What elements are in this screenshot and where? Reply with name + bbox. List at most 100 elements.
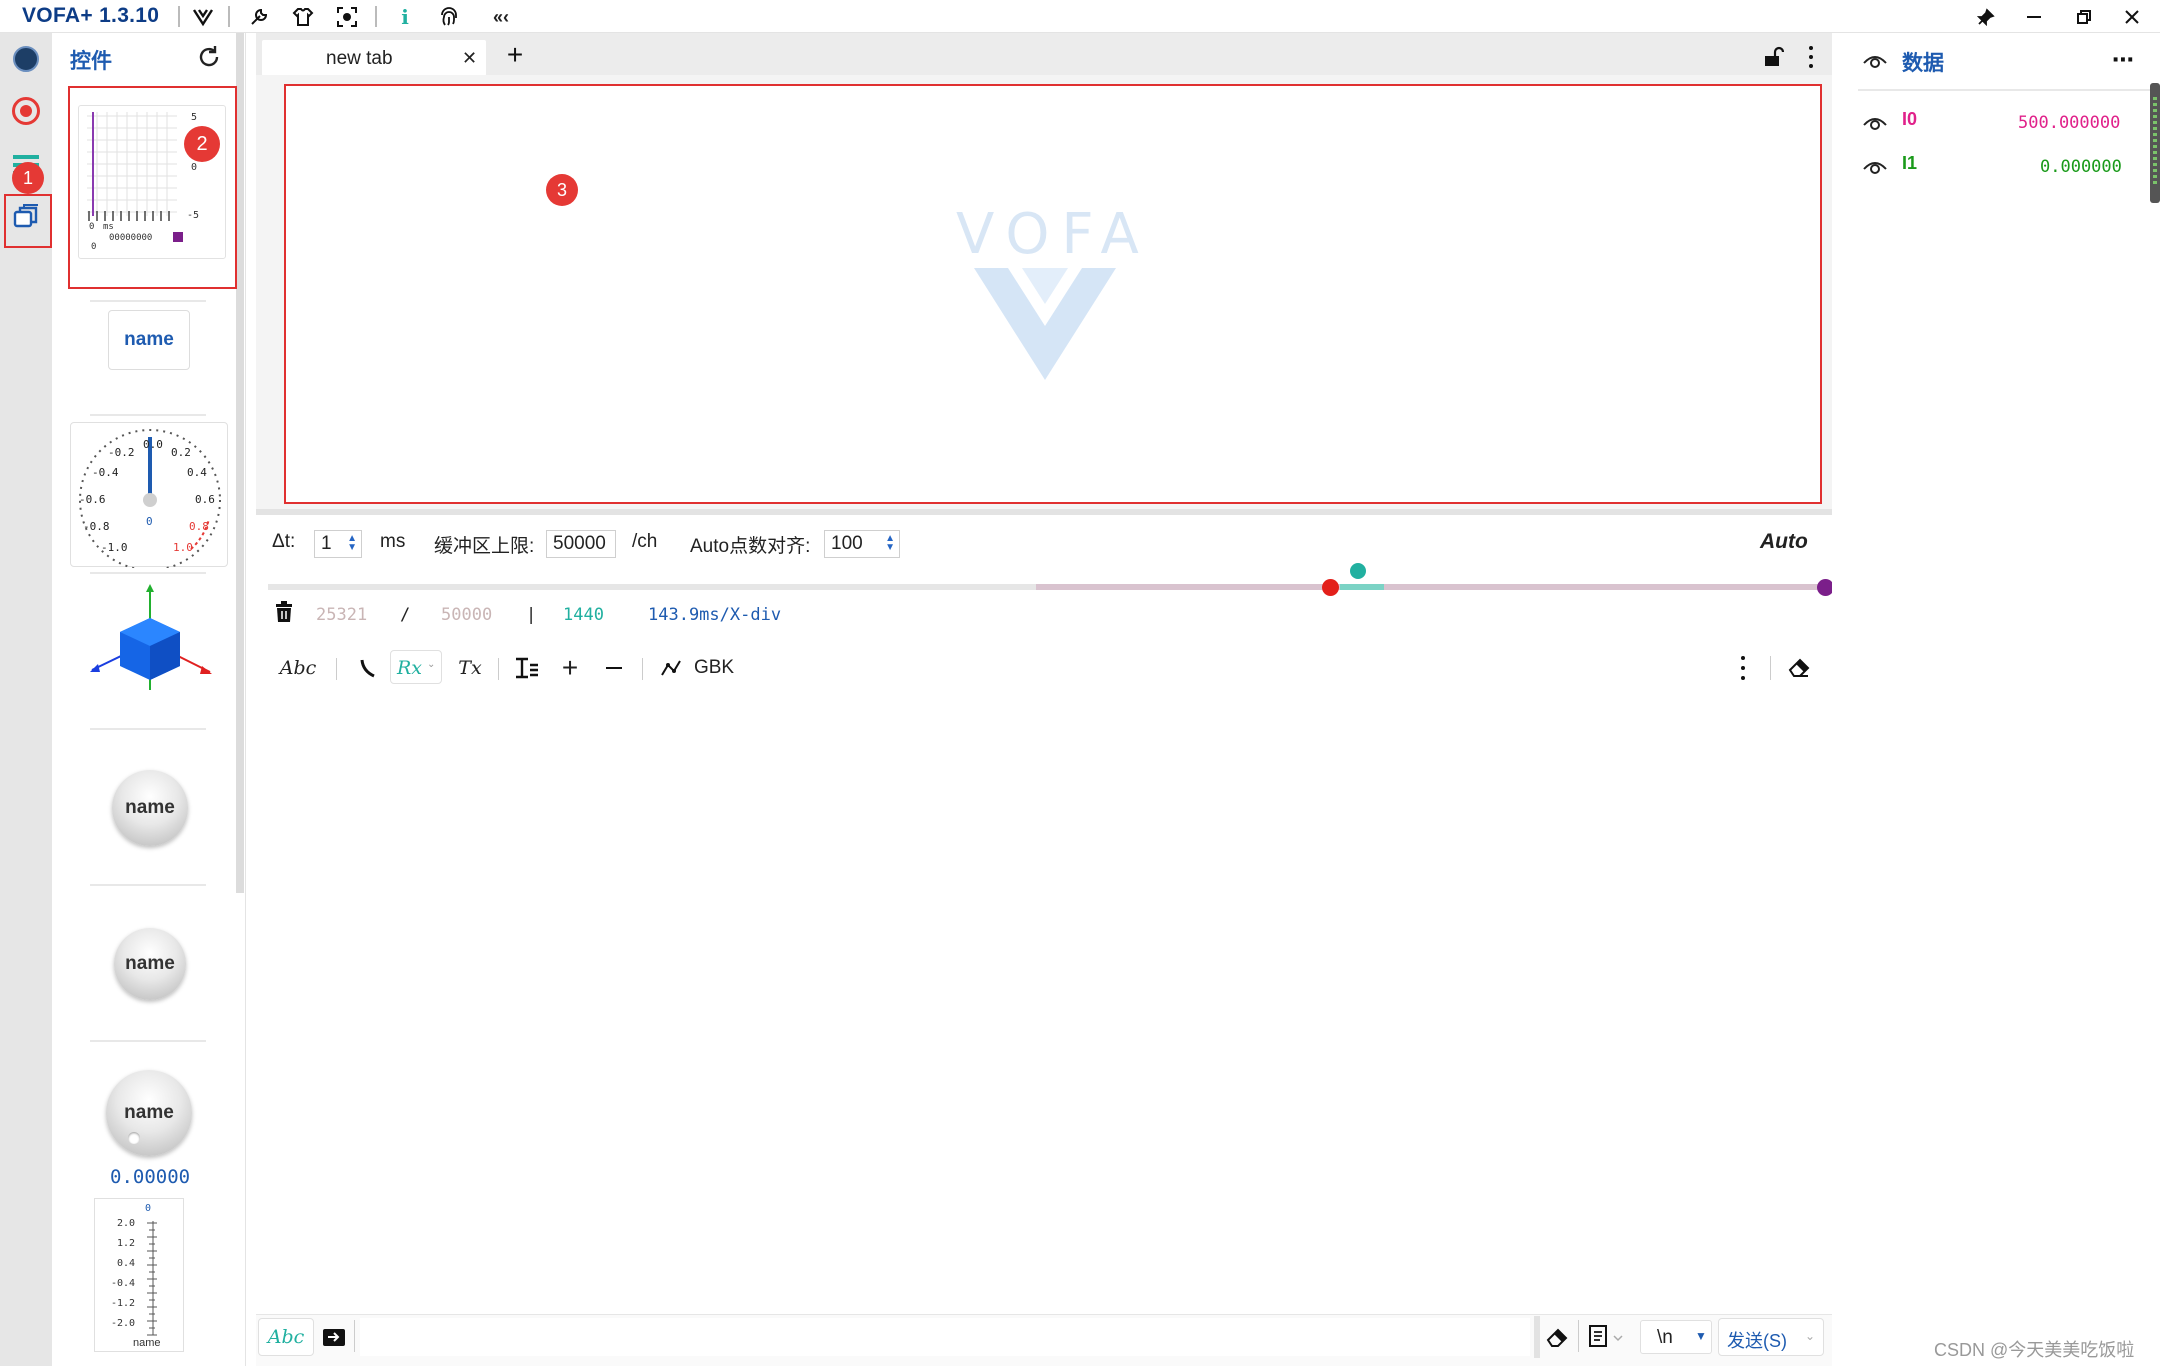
toolbar-separator bbox=[498, 658, 499, 680]
slider-tick: -2.0 bbox=[111, 1318, 136, 1329]
app-title: VOFA+ 1.3.10 bbox=[22, 4, 160, 27]
tab-new-tab[interactable]: new tab ✕ bbox=[262, 40, 486, 76]
align-spinner-icon[interactable]: ▲ ▼ bbox=[885, 534, 895, 553]
newline-select[interactable]: \n ▼ bbox=[1640, 1320, 1712, 1354]
text-format-icon[interactable] bbox=[514, 656, 540, 680]
vofa-watermark-text: VOFA bbox=[956, 202, 1151, 267]
zoom-out-icon[interactable] bbox=[602, 656, 626, 680]
slider-value: 0 bbox=[145, 1203, 152, 1214]
vofa-watermark-logo-icon bbox=[974, 268, 1116, 380]
knob-arc-widget[interactable]: name bbox=[110, 924, 190, 1004]
gauge-widget[interactable]: 0.0 -0.2 -0.4 -0.6 -0.8 -1.0 0.2 0.4 0.6… bbox=[70, 422, 228, 568]
info-icon[interactable]: i bbox=[390, 2, 420, 32]
abc-display-toggle[interactable]: Abc bbox=[278, 656, 318, 680]
buffer-count: 25321 bbox=[316, 605, 368, 625]
eye-icon[interactable] bbox=[1862, 51, 1888, 71]
send-resize-handle[interactable] bbox=[1534, 1316, 1540, 1358]
send-format-toggle[interactable]: Abc bbox=[258, 1318, 314, 1356]
slider-tick: 0.4 bbox=[117, 1258, 136, 1269]
channel-name-i0: I0 bbox=[1902, 109, 1918, 129]
connection-status-icon[interactable] bbox=[10, 43, 42, 75]
buffer-max: 50000 bbox=[441, 605, 493, 625]
credit-watermark: CSDN @今天美美吃饭啦 bbox=[1934, 1340, 2135, 1360]
range-selected bbox=[1036, 584, 1826, 590]
title-separator bbox=[375, 6, 377, 27]
channel-name-i1: I1 bbox=[1902, 153, 1918, 173]
channel-eye-icon[interactable] bbox=[1862, 157, 1888, 177]
unlock-icon[interactable] bbox=[1762, 46, 1785, 68]
knob-widget[interactable]: name bbox=[112, 770, 188, 846]
pin-icon[interactable] bbox=[1964, 1, 2008, 33]
splitter[interactable] bbox=[256, 509, 1832, 515]
button-widget[interactable]: name bbox=[108, 310, 190, 370]
align-input[interactable]: 100 ▲ ▼ bbox=[824, 530, 900, 558]
close-icon[interactable] bbox=[2110, 1, 2154, 33]
data-panel-divider bbox=[1858, 89, 2160, 91]
console-output[interactable] bbox=[256, 696, 1832, 1314]
vofa-logo-icon[interactable] bbox=[188, 2, 218, 32]
screenshot-icon[interactable] bbox=[332, 2, 362, 32]
slider-tick: -1.2 bbox=[111, 1298, 136, 1309]
trash-icon[interactable] bbox=[274, 600, 294, 624]
tab-close-icon[interactable]: ✕ bbox=[462, 48, 477, 69]
channel-value-i0: 500.000000 bbox=[2018, 113, 2121, 133]
refresh-icon[interactable] bbox=[196, 44, 224, 72]
highlight-box-rail bbox=[4, 194, 52, 248]
send-chevron-icon: ⌄ bbox=[1805, 1329, 1816, 1343]
send-file-icon[interactable] bbox=[322, 1326, 346, 1348]
channel-eye-icon[interactable] bbox=[1862, 113, 1888, 133]
gauge-tick: 0.6 bbox=[195, 493, 215, 506]
record-icon[interactable] bbox=[10, 95, 42, 127]
plot-area[interactable]: VOFA bbox=[284, 84, 1822, 504]
timestamp-icon[interactable] bbox=[356, 656, 380, 680]
minimize-icon[interactable] bbox=[2012, 1, 2056, 33]
rx-toggle[interactable]: Rx ⌄ bbox=[390, 650, 442, 684]
visible-points: 1440 bbox=[563, 605, 604, 625]
cube-3d-widget[interactable] bbox=[86, 580, 214, 700]
dt-spinner-icon[interactable]: ▲ ▼ bbox=[347, 534, 357, 553]
shirt-icon[interactable] bbox=[288, 2, 318, 32]
stats-separator: | bbox=[526, 605, 537, 625]
zoom-in-icon[interactable]: + bbox=[558, 652, 582, 683]
slider-widget[interactable]: 0 2.0 1.2 0.4 -0.4 -1.2 -2.0 name bbox=[94, 1198, 184, 1352]
dt-input[interactable]: 1 ▲ ▼ bbox=[314, 530, 362, 558]
send-history-icon[interactable] bbox=[1588, 1324, 1626, 1350]
slider-tick: 1.2 bbox=[117, 1238, 136, 1249]
tx-toggle[interactable]: Tx bbox=[454, 656, 486, 680]
newline-chevron-icon: ▼ bbox=[1695, 1329, 1707, 1343]
gauge-tick: 1.0 bbox=[173, 541, 193, 554]
knob-value-label: name bbox=[124, 1102, 174, 1123]
range-handle-middle[interactable] bbox=[1350, 563, 1366, 579]
slider-tick: -0.4 bbox=[111, 1278, 136, 1289]
range-handle-start[interactable] bbox=[1322, 579, 1339, 596]
align-label: Auto点数对齐: bbox=[690, 536, 811, 557]
toolbar-separator bbox=[642, 658, 643, 680]
gauge-tick: -0.2 bbox=[108, 446, 135, 459]
title-separator bbox=[228, 6, 230, 27]
stats-separator: / bbox=[400, 605, 411, 625]
auto-button[interactable]: Auto bbox=[1760, 530, 1808, 554]
widget-panel-scrollbar[interactable] bbox=[236, 33, 244, 893]
knob-value-readout: 0.00000 bbox=[110, 1166, 191, 1188]
encoding-label[interactable]: GBK bbox=[692, 656, 736, 680]
widget-divider bbox=[90, 414, 206, 416]
toolbar-separator bbox=[1770, 656, 1771, 680]
knob-arc-label: name bbox=[114, 928, 186, 1000]
slider-tick: 2.0 bbox=[117, 1218, 136, 1229]
send-button[interactable]: 发送(S) ⌄ bbox=[1718, 1318, 1824, 1356]
fingerprint-icon[interactable] bbox=[434, 2, 464, 32]
console-menu-icon[interactable] bbox=[1740, 656, 1746, 680]
send-clear-icon[interactable] bbox=[1544, 1324, 1570, 1350]
tab-menu-icon[interactable] bbox=[1806, 46, 1816, 68]
add-tab-icon[interactable]: + bbox=[500, 39, 530, 70]
buffer-input[interactable]: 50000 bbox=[546, 530, 616, 558]
collapse-icon[interactable]: «‹ bbox=[486, 2, 516, 32]
clear-console-icon[interactable] bbox=[1786, 654, 1812, 680]
send-input[interactable] bbox=[360, 1318, 1530, 1356]
wrench-icon[interactable] bbox=[244, 2, 274, 32]
maximize-icon[interactable] bbox=[2062, 1, 2106, 33]
encoding-icon[interactable] bbox=[658, 656, 684, 680]
data-panel-menu-icon[interactable]: ⋯ bbox=[2112, 47, 2135, 73]
knob-value-widget[interactable]: name bbox=[106, 1070, 192, 1156]
data-panel: 数据 ⋯ I0 500.000000 I1 0.000000 bbox=[1832, 33, 2160, 1366]
